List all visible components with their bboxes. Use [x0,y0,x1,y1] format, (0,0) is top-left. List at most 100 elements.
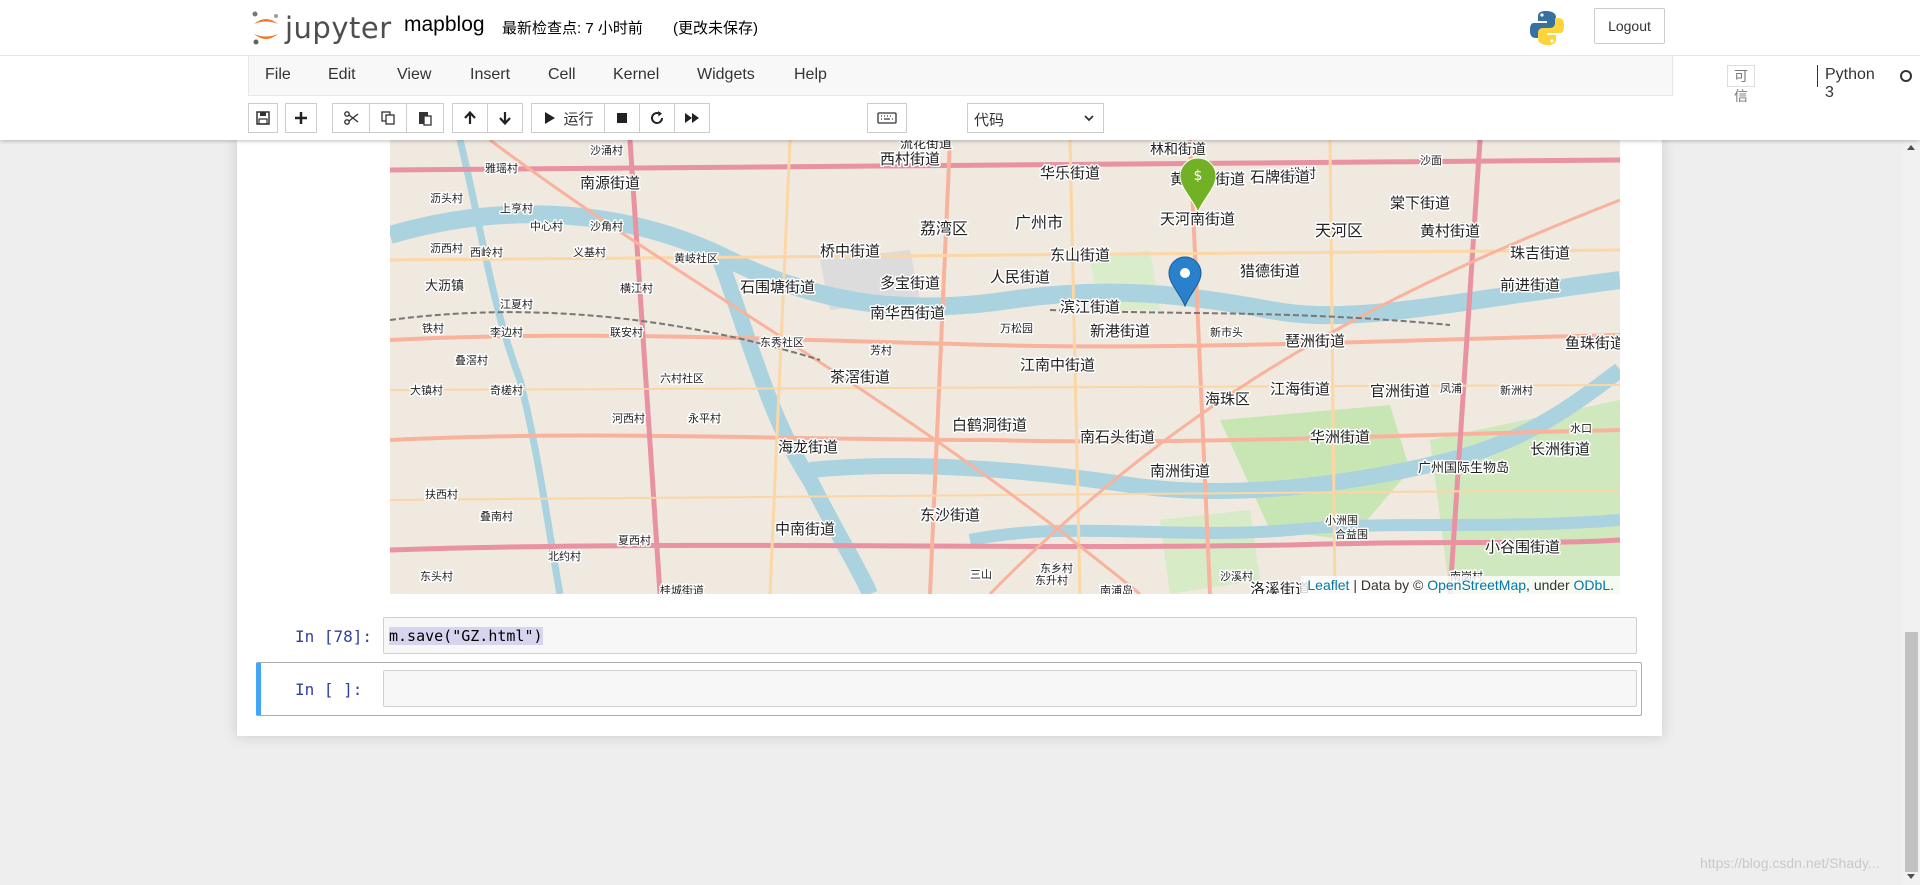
map-label: 横江村 [620,281,653,295]
notebook-header: jupyter mapblog 最新检查点: 7 小时前 (更改未保存) Log… [0,0,1920,140]
cell-2-input[interactable] [383,670,1637,707]
page-scrollbar[interactable] [1903,140,1920,885]
move-up-button[interactable] [452,103,488,133]
map-label: 珠吉街道 [1510,244,1570,262]
marker-blue-icon [1180,268,1190,278]
save-icon [256,111,270,125]
map-label: 沥头村 [430,191,463,205]
run-button[interactable]: 运行 [531,103,605,133]
logout-button[interactable]: Logout [1594,8,1665,44]
fast-forward-icon [685,113,699,123]
command-palette-button[interactable] [867,103,907,133]
restart-run-all-button[interactable] [674,103,710,133]
copy-button[interactable] [369,103,407,133]
map-label: 沥西村 [430,241,463,255]
map-label: 华洲街道 [1310,428,1370,446]
map-label: 东升村 [1035,573,1068,587]
map-label: 人民街道 [990,268,1050,286]
map-label: 前进街道 [1500,276,1560,294]
map-label: 官洲街道 [1370,382,1430,400]
map-label: 芳村 [870,343,892,357]
map-label: 奇槎村 [490,383,523,397]
map-label: 小洲围 [1325,514,1358,527]
map-label: 华乐街道 [1040,164,1100,182]
map-label: 南华西街道 [870,304,945,322]
cut-button[interactable] [332,103,370,133]
map-label: 扶西村 [425,487,458,501]
leaflet-map[interactable]: 流花街道林和街道雅瑶村沙涌村西村街道华乐街道黄花岗街道冼村石牌街道棠下街道沥头村… [390,140,1620,594]
map-label: 滨江街道 [1060,298,1120,316]
map-label: 新港街道 [1090,322,1150,340]
odbl-link[interactable]: ODbL. [1574,577,1614,593]
jupyter-logo-text: jupyter [285,11,392,45]
play-icon [545,112,556,124]
map-label: 中南街道 [775,520,835,538]
menu-cell[interactable]: Cell [548,66,576,84]
insert-cell-button[interactable] [285,103,317,133]
menu-help[interactable]: Help [794,66,827,84]
attribution-data-by: | Data by © [1349,577,1428,593]
map-label: 大沥镇 [425,279,464,294]
interrupt-button[interactable] [604,103,640,133]
arrow-up-icon [464,110,476,124]
menu-edit[interactable]: Edit [328,66,356,84]
cell-type-value: 代码 [974,112,1005,129]
notebook-name[interactable]: mapblog [404,13,485,37]
map-label: 鱼珠街道 [1565,334,1620,352]
map-label: 江南中街道 [1020,356,1095,374]
leaflet-link[interactable]: Leaflet [1307,577,1349,593]
map-label: 桥中街道 [820,242,880,260]
map-label: 桂城街道 [660,583,704,594]
stop-icon [617,113,627,123]
trusted-indicator[interactable]: 可信 [1727,65,1755,104]
scroll-down-icon[interactable] [1907,874,1915,879]
cell-1-prompt: In [78]: [295,627,373,646]
map-label: 石牌街道 [1250,168,1310,186]
scroll-up-icon[interactable] [1907,145,1915,150]
menu-view[interactable]: View [397,66,431,84]
map-label: 水口 [1570,422,1592,435]
map-label: 永平村 [688,411,721,425]
jupyter-logo[interactable]: jupyter [251,8,392,48]
menu-insert[interactable]: Insert [470,66,510,84]
map-label: 石围塘街道 [740,278,815,296]
map-label: 南洲街道 [1150,462,1210,480]
map-label: 黄村街道 [1420,222,1480,240]
map-label: 沙角村 [590,219,623,233]
toolbar: 运行 代码 [248,100,1673,136]
chevron-down-icon [1084,115,1094,122]
map-label: 东山街道 [1050,246,1110,264]
kernel-separator [1817,65,1818,87]
attribution-under: , under [1526,577,1574,593]
map-label: 猎德街道 [1240,262,1300,280]
map-label: 东头村 [420,569,453,583]
map-label: 南石头街道 [1080,428,1155,446]
map-label: 六村社区 [660,371,704,385]
restart-button[interactable] [639,103,675,133]
map-label: 江夏村 [500,297,533,311]
menu-kernel[interactable]: Kernel [613,66,659,84]
save-button[interactable] [248,103,278,133]
kernel-idle-icon [1900,70,1912,82]
cell-1-code: m.save("GZ.html") [389,627,543,645]
map-label: 多宝街道 [880,274,940,292]
cell-1-input[interactable]: m.save("GZ.html") [383,617,1637,654]
marker-green-icon: $ [1194,168,1203,184]
map-label: 东乡村 [1040,561,1073,575]
map-label: 广州市 [1015,213,1063,232]
cell-type-select[interactable]: 代码 [967,103,1104,133]
move-down-button[interactable] [487,103,523,133]
osm-link[interactable]: OpenStreetMap [1427,577,1526,593]
map-label: 义基村 [573,245,606,259]
jupyter-logo-icon [252,11,278,45]
map-label: 林和街道 [1150,142,1206,158]
map-label: 江海街道 [1270,380,1330,398]
menu-file[interactable]: File [265,66,291,84]
map-label: 棠下街道 [1390,194,1450,212]
paste-button[interactable] [406,103,444,133]
menu-widgets[interactable]: Widgets [697,66,755,84]
map-label: 小谷围街道 [1485,538,1560,556]
scroll-thumb[interactable] [1905,632,1918,872]
map-label: 广州国际生物岛 [1418,460,1509,476]
header-top-bar: jupyter mapblog 最新检查点: 7 小时前 (更改未保存) Log… [0,0,1920,56]
